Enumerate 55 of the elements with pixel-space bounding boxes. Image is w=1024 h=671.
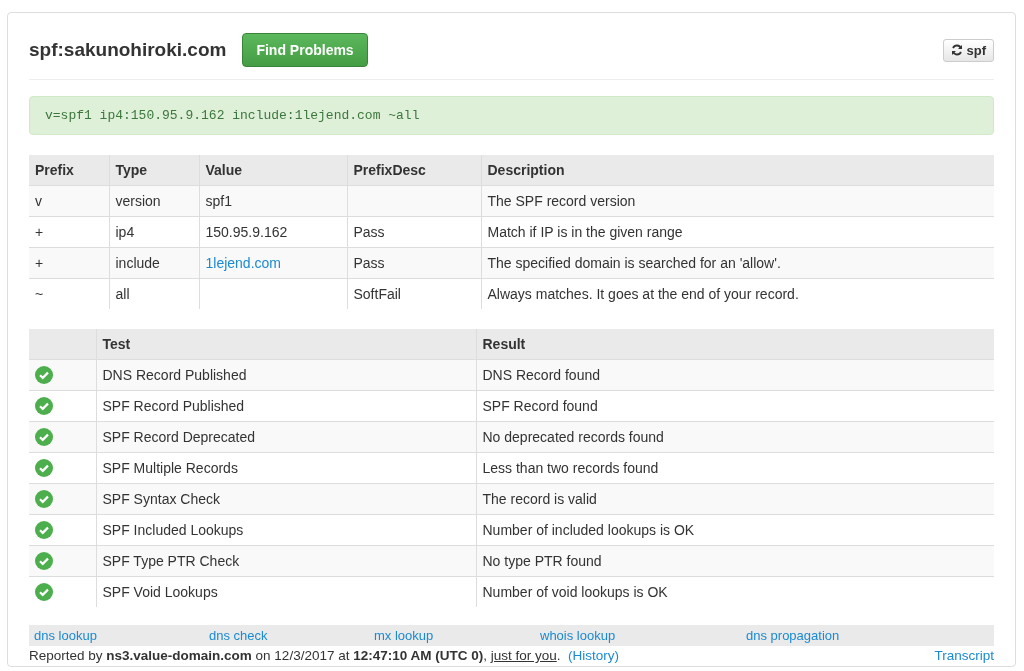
table-cell: SPF Record found [476,390,994,422]
column-header: Prefix [29,155,109,186]
column-header: Description [481,155,994,186]
table-cell: Match if IP is in the given range [481,216,994,248]
table-cell: ~ [29,278,109,309]
table-cell: DNS Record found [476,359,994,391]
table-cell: include [109,247,199,279]
table-cell: Pass [347,247,481,279]
table-cell: SPF Record Deprecated [96,421,476,453]
tool-link[interactable]: whois lookup [540,628,616,643]
table-cell: SPF Syntax Check [96,483,476,515]
just-for-you-link[interactable]: just for you [490,648,557,663]
refresh-icon [950,44,963,56]
table-cell: SPF Multiple Records [96,452,476,484]
tool-link[interactable]: dns check [209,628,268,643]
find-problems-button[interactable]: Find Problems [242,33,368,67]
column-header: Result [476,329,994,360]
tool-link[interactable]: dns propagation [746,628,840,643]
table-cell: spf1 [199,185,347,217]
history-link[interactable]: (History) [568,648,620,663]
spf-record-text: v=spf1 ip4:150.95.9.162 include:1lejend.com ~all [29,96,994,135]
table-cell: version [109,185,199,217]
table-cell: Number of void lookups is OK [476,576,994,607]
column-header: Type [109,155,199,186]
table-cell: Pass [347,216,481,248]
table-cell: Less than two records found [476,452,994,484]
table-cell: v [29,185,109,217]
page-title: spf:sakunohiroki.com [29,39,227,61]
tool-link[interactable]: dns lookup [34,628,97,643]
table-cell: DNS Record Published [96,359,476,391]
table-cell: The record is valid [476,483,994,515]
transcript-link[interactable]: Transcript [934,648,994,663]
table-cell: No deprecated records found [476,421,994,453]
table-cell: Number of included lookups is OK [476,514,994,546]
table-cell: SPF Void Lookups [96,576,476,607]
refresh-button[interactable]: spf [942,38,994,62]
table-cell: + [29,216,109,248]
table-cell: SPF Record Published [96,390,476,422]
table-cell: No type PTR found [476,545,994,577]
table-cell: ip4 [109,216,199,248]
table-cell: SPF Type PTR Check [96,545,476,577]
domain-link[interactable]: 1lejend.com [205,255,281,271]
table-cell: The SPF record version [481,185,994,217]
table-cell: all [109,278,199,309]
table-cell: + [29,247,109,279]
table-cell: The specified domain is searched for an 'allow'. [481,247,994,279]
table-cell: SPF Included Lookups [96,514,476,546]
column-header: Value [199,155,347,186]
table-cell: 150.95.9.162 [199,216,347,248]
column-header: PrefixDesc [347,155,481,186]
table-cell: SoftFail [347,278,481,309]
report-text: Reported by ns3.value-domain.com on 12/3/2017 at 12:47:10 AM (UTC 0), just for you. (History) [29,648,620,663]
tool-link[interactable]: mx lookup [374,628,434,643]
table-cell: Always matches. It goes at the end of your record. [481,278,994,309]
column-header: Test [96,329,476,360]
